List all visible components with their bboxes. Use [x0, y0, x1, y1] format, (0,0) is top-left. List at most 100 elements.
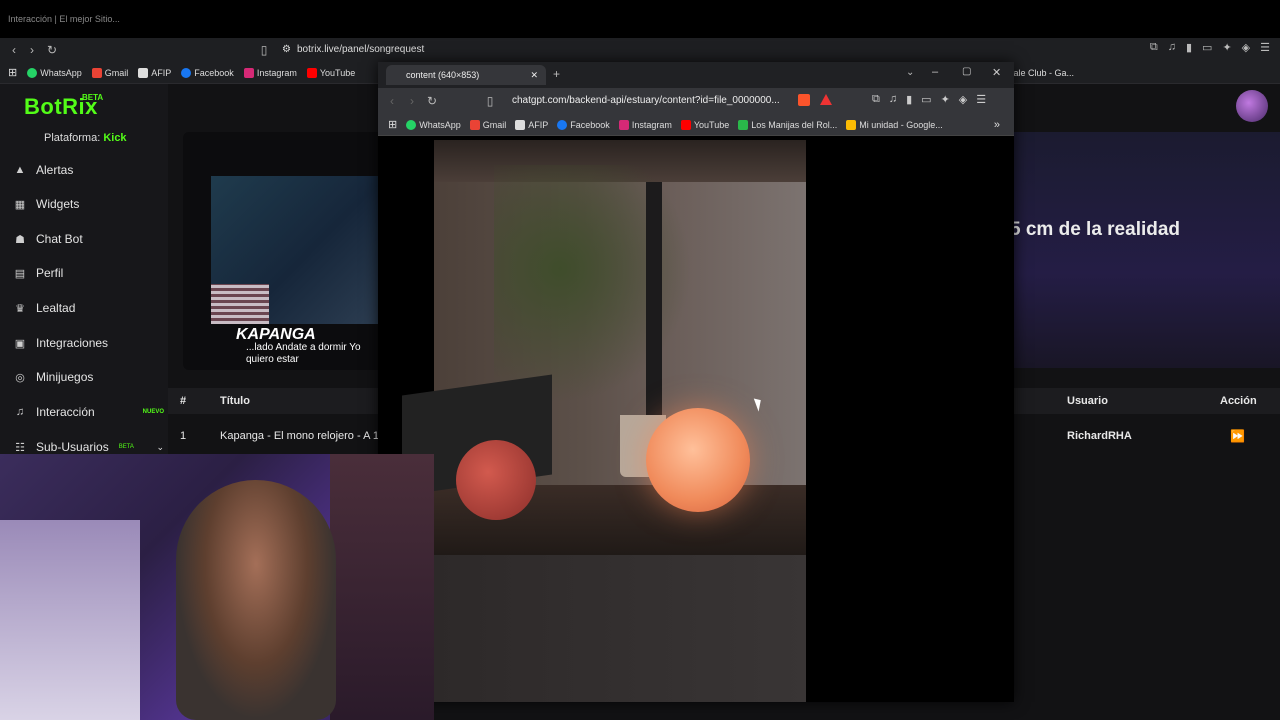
popup-back-icon[interactable]: ‹: [384, 93, 400, 109]
extensions-icon[interactable]: ⧉: [872, 93, 880, 106]
bookmark-whatsapp[interactable]: WhatsApp: [406, 119, 461, 130]
url-text: botrix.live/panel/songrequest: [296, 43, 425, 55]
youtube-icon: [306, 67, 317, 78]
bookmark-facebook[interactable]: Facebook: [557, 119, 610, 130]
sidebar-item-widgets[interactable]: ▦ Widgets: [14, 194, 164, 214]
folder-icon: [738, 119, 749, 130]
bookmark-manijas[interactable]: Los Manijas del Rol...: [738, 119, 837, 130]
new-badge: NUEVO: [142, 409, 164, 415]
song-banner: [1013, 132, 1280, 368]
close-tab-icon[interactable]: ✕: [530, 70, 538, 81]
media-icon[interactable]: ♫: [1168, 41, 1176, 54]
bookmark-instagram[interactable]: Instagram: [618, 119, 672, 130]
tab-list-icon[interactable]: ⌄: [906, 67, 914, 78]
bookmark-label: Gmail: [482, 119, 507, 130]
bookmark-youtube[interactable]: YouTube: [680, 119, 729, 130]
maximize-icon[interactable]: ▢: [962, 66, 971, 77]
row-user: RichardRHA: [1067, 430, 1132, 442]
popup-reload-icon[interactable]: ↻: [424, 93, 440, 109]
facebook-icon: [181, 67, 192, 78]
whatsapp-icon: [27, 67, 38, 78]
bookmark-label: AFIP: [151, 67, 172, 78]
vpn-icon[interactable]: ◈: [959, 93, 967, 106]
sidebar-icon[interactable]: ▮: [906, 93, 912, 106]
address-bar[interactable]: ⚙ botrix.live/panel/songrequest: [282, 41, 952, 57]
grid-icon: ▦: [14, 198, 26, 211]
chevron-down-icon[interactable]: ⌄: [156, 442, 164, 453]
webcam-person: [176, 480, 336, 720]
minimize-icon[interactable]: –: [932, 66, 938, 78]
popup-bookmark-icon[interactable]: ▯: [482, 93, 498, 109]
browser-tab-botrix[interactable]: Interacción | El mejor Sitio...: [8, 14, 168, 32]
bookmark-icon[interactable]: ▯: [256, 42, 272, 58]
popup-bookmarks-bar: ⊞ WhatsApp Gmail AFIP Facebook Instagram…: [378, 114, 1014, 136]
warning-icon: ▲: [14, 164, 26, 176]
bookmark-label: WhatsApp: [40, 67, 82, 78]
gmail-icon: [91, 67, 102, 78]
site-info-icon[interactable]: ⚙: [282, 44, 291, 55]
more-bookmarks-icon[interactable]: »: [994, 119, 1000, 131]
media-icon[interactable]: ♫: [889, 93, 897, 106]
wallet-icon[interactable]: ▭: [921, 93, 931, 106]
leo-icon[interactable]: ✦: [1222, 41, 1231, 54]
bookmark-gmail[interactable]: Gmail: [91, 67, 128, 78]
col-title: Título: [220, 395, 250, 407]
brave-shield-icon[interactable]: [798, 94, 810, 106]
photo-cabinet: [434, 555, 806, 702]
extensions-icon[interactable]: ⧉: [1150, 41, 1158, 54]
reload-icon[interactable]: ↻: [44, 42, 60, 58]
bookmark-afip[interactable]: AFIP: [138, 67, 172, 78]
menu-icon[interactable]: ☰: [976, 93, 986, 106]
sidebar-item-label: Widgets: [36, 197, 80, 211]
sidebar-item-integraciones[interactable]: ▣ Integraciones: [14, 333, 164, 353]
bookmark-facebook[interactable]: Facebook: [181, 67, 234, 78]
col-user: Usuario: [1067, 395, 1108, 407]
bookmark-gmail[interactable]: Gmail: [469, 119, 507, 130]
robot-icon: ☗: [15, 233, 25, 246]
bookmark-drive[interactable]: Mi unidad - Google...: [846, 119, 943, 130]
sidebar-item-alertas[interactable]: ▲ Alertas: [14, 160, 164, 180]
sidebar-item-label: Integraciones: [36, 336, 109, 350]
webcam-desk: [0, 520, 140, 720]
row-num: 1: [180, 430, 187, 442]
bookmark-whatsapp[interactable]: WhatsApp: [27, 67, 82, 78]
wallet-icon[interactable]: ▭: [1202, 41, 1212, 54]
sidebar-item-label: Interacción: [36, 405, 95, 419]
puzzle-icon: ▣: [14, 337, 26, 350]
back-icon[interactable]: ‹: [6, 42, 22, 58]
forward-icon[interactable]: ›: [24, 42, 40, 58]
afip-icon: [138, 67, 149, 78]
sidebar-item-chatbot[interactable]: ☗ Chat Bot: [14, 229, 164, 249]
sidebar-item-minijuegos[interactable]: ◎ Minijuegos: [14, 367, 164, 387]
apps-icon[interactable]: ⊞: [388, 118, 397, 131]
instagram-icon: [243, 67, 254, 78]
apps-icon[interactable]: ⊞: [8, 66, 17, 79]
bookmark-label: Facebook: [570, 119, 610, 130]
new-tab-icon[interactable]: +: [553, 67, 560, 81]
brave-rewards-icon[interactable]: [820, 94, 832, 105]
popup-tab[interactable]: content (640×853) ✕: [386, 65, 546, 85]
bookmark-youtube[interactable]: YouTube: [306, 67, 355, 78]
sidebar-item-interaccion[interactable]: ♫ Interacción NUEVO: [14, 402, 164, 422]
avatar[interactable]: [1236, 90, 1268, 122]
bookmark-label: Instagram: [256, 67, 297, 78]
leo-icon[interactable]: ✦: [941, 93, 950, 106]
facebook-icon: [557, 119, 568, 130]
bookmark-instagram[interactable]: Instagram: [243, 67, 297, 78]
browser-extension-icons: ⧉ ♫ ▮ ▭ ✦ ◈ ☰: [1150, 41, 1270, 54]
menu-icon[interactable]: ☰: [1260, 41, 1270, 54]
bookmark-afip[interactable]: AFIP: [515, 119, 548, 130]
sidebar-item-label: Sub-Usuarios: [36, 440, 109, 454]
popup-forward-icon[interactable]: ›: [404, 93, 420, 109]
sidebar-item-lealtad[interactable]: ♛ Lealtad: [14, 298, 164, 318]
sidebar-icon[interactable]: ▮: [1186, 41, 1192, 54]
sidebar-item-perfil[interactable]: ▤ Perfil: [14, 263, 164, 283]
webcam-bookshelf: [330, 454, 434, 720]
close-window-icon[interactable]: ✕: [992, 66, 1001, 79]
music-icon: ♫: [15, 406, 25, 418]
bookmark-club[interactable]: vale Club - Ga...: [1009, 68, 1074, 78]
vpn-icon[interactable]: ◈: [1242, 41, 1250, 54]
skip-icon[interactable]: ⏩: [1230, 429, 1245, 443]
photo-small-lamp: [456, 440, 536, 520]
popup-address-bar[interactable]: chatgpt.com/backend-api/estuary/content?…: [512, 95, 792, 109]
